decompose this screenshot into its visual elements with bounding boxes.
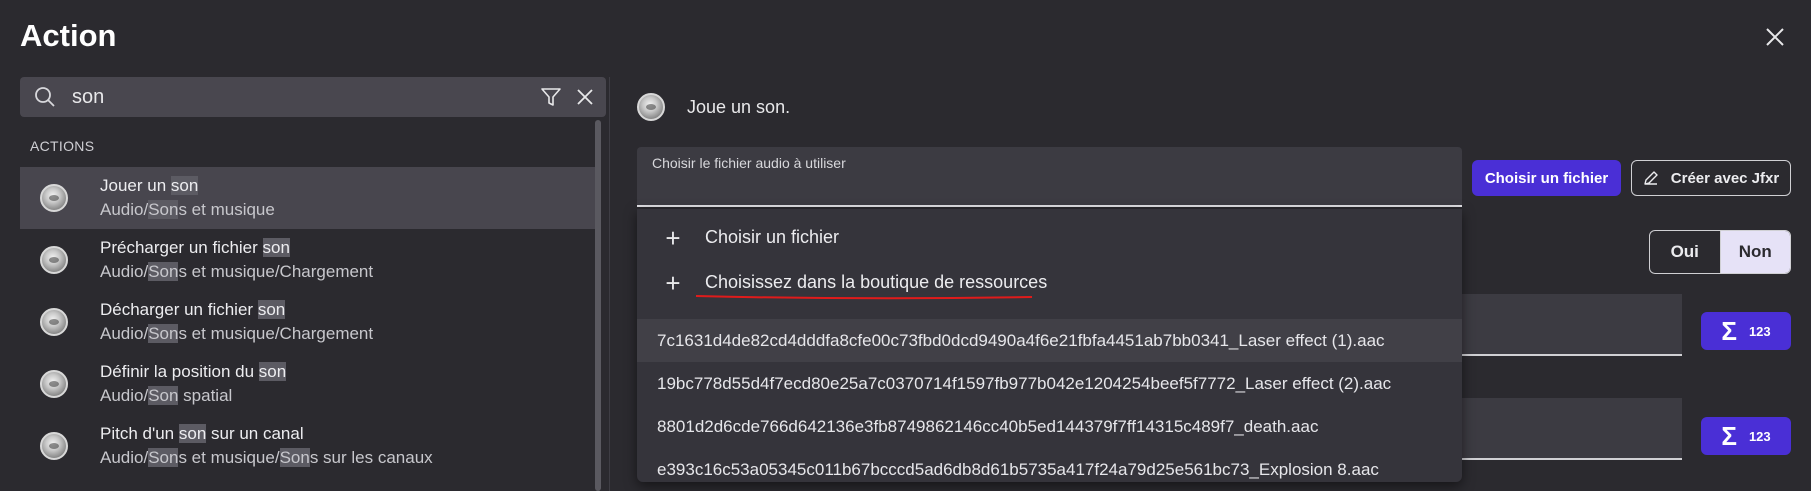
choose-file-button[interactable]: Choisir un fichier	[1472, 160, 1621, 196]
yes-no-toggle: Oui Non	[1649, 230, 1791, 274]
sound-icon	[40, 246, 68, 274]
action-name: Définir la position du son	[100, 362, 287, 381]
action-item-definir-la-position-du-son[interactable]: Définir la position du son Audio/Son spa…	[20, 353, 596, 415]
audio-file-field[interactable]: Choisir le fichier audio à utiliser	[637, 147, 1462, 207]
action-name: Jouer un son	[100, 176, 199, 195]
dropdown-file-option[interactable]: 19bc778d55d4f7ecd80e25a7c0370714f1597fb9…	[637, 362, 1462, 405]
sound-icon	[637, 93, 665, 121]
pencil-icon	[1644, 171, 1658, 185]
clear-search-button[interactable]	[568, 80, 602, 114]
sound-icon	[40, 308, 68, 336]
action-list: Jouer un son Audio/Sons et musique Préch…	[20, 167, 596, 477]
search-icon	[32, 84, 58, 110]
sound-icon	[40, 432, 68, 460]
dropdown-choose-file-option[interactable]: + Choisir un fichier	[637, 215, 1462, 260]
dialog-title: Action	[20, 18, 117, 53]
action-name: Pitch d'un son sur un canal	[100, 424, 304, 443]
action-name: Décharger un fichier son	[100, 300, 286, 319]
action-path: Audio/Sons et musique/Sons sur les canau…	[100, 448, 433, 467]
clear-icon	[577, 89, 593, 105]
red-underline-annotation	[695, 295, 1033, 300]
plus-icon: +	[665, 222, 681, 253]
action-path: Audio/Sons et musique/Chargement	[100, 324, 374, 343]
dropdown-file-option[interactable]: e393c16c53a05345c011b67bcccd5ad6db8d61b5…	[637, 448, 1462, 491]
expression-editor-button-1[interactable]: Σ 123	[1701, 312, 1791, 350]
audio-file-dropdown: + Choisir un fichier + Choisissez dans l…	[637, 209, 1462, 482]
action-item-pitch-d-un-son-sur-un-canal[interactable]: Pitch d'un son sur un canal Audio/Sons e…	[20, 415, 596, 477]
action-item-jouer-un-son[interactable]: Jouer un son Audio/Sons et musique	[20, 167, 596, 229]
action-description-row: Joue un son.	[637, 93, 790, 121]
action-list-scrollbar[interactable]	[595, 120, 601, 491]
dropdown-option-label: Choisir un fichier	[705, 227, 840, 247]
action-item-precharger-un-fichier-son[interactable]: Précharger un fichier son Audio/Sons et …	[20, 229, 596, 291]
search-input[interactable]	[58, 77, 534, 117]
actions-section-header: ACTIONS	[30, 138, 95, 154]
close-button[interactable]	[1760, 22, 1790, 52]
action-path: Audio/Sons et musique/Chargement	[100, 262, 374, 281]
create-with-jfxr-label: Créer avec Jfxr	[1670, 169, 1780, 187]
dropdown-option-label: Choisissez dans la boutique de ressource…	[705, 272, 1048, 292]
expression-editor-button-2[interactable]: Σ 123	[1701, 417, 1791, 455]
action-item-decharger-un-fichier-son[interactable]: Décharger un fichier son Audio/Sons et m…	[20, 291, 596, 353]
dropdown-file-option[interactable]: 7c1631d4de82cd4dddfa8cfe00c73fbd0dcd9490…	[637, 319, 1462, 362]
plus-icon: +	[665, 267, 681, 298]
sigma-icon: Σ	[1721, 316, 1737, 346]
audio-file-field-label: Choisir le fichier audio à utiliser	[652, 155, 846, 171]
action-description: Joue un son.	[687, 96, 791, 117]
dropdown-file-option[interactable]: 8801d2d6cde766d642136e3fb8749862146cc40b…	[637, 405, 1462, 448]
create-with-jfxr-button[interactable]: Créer avec Jfxr	[1631, 160, 1791, 196]
sound-icon	[40, 184, 68, 212]
sigma-icon: Σ	[1721, 421, 1737, 451]
toggle-non[interactable]: Non	[1720, 231, 1790, 273]
action-path: Audio/Son spatial	[100, 386, 233, 405]
filter-button[interactable]	[534, 80, 568, 114]
toggle-oui[interactable]: Oui	[1650, 231, 1721, 273]
action-name: Précharger un fichier son	[100, 238, 290, 257]
sound-icon	[40, 370, 68, 398]
panel-divider	[609, 77, 610, 491]
expression-button-number: 123	[1748, 428, 1771, 444]
search-bar	[20, 77, 606, 117]
expression-button-number: 123	[1748, 323, 1771, 339]
filter-icon	[541, 88, 561, 106]
action-path: Audio/Sons et musique	[100, 200, 275, 219]
close-icon	[1766, 28, 1784, 46]
